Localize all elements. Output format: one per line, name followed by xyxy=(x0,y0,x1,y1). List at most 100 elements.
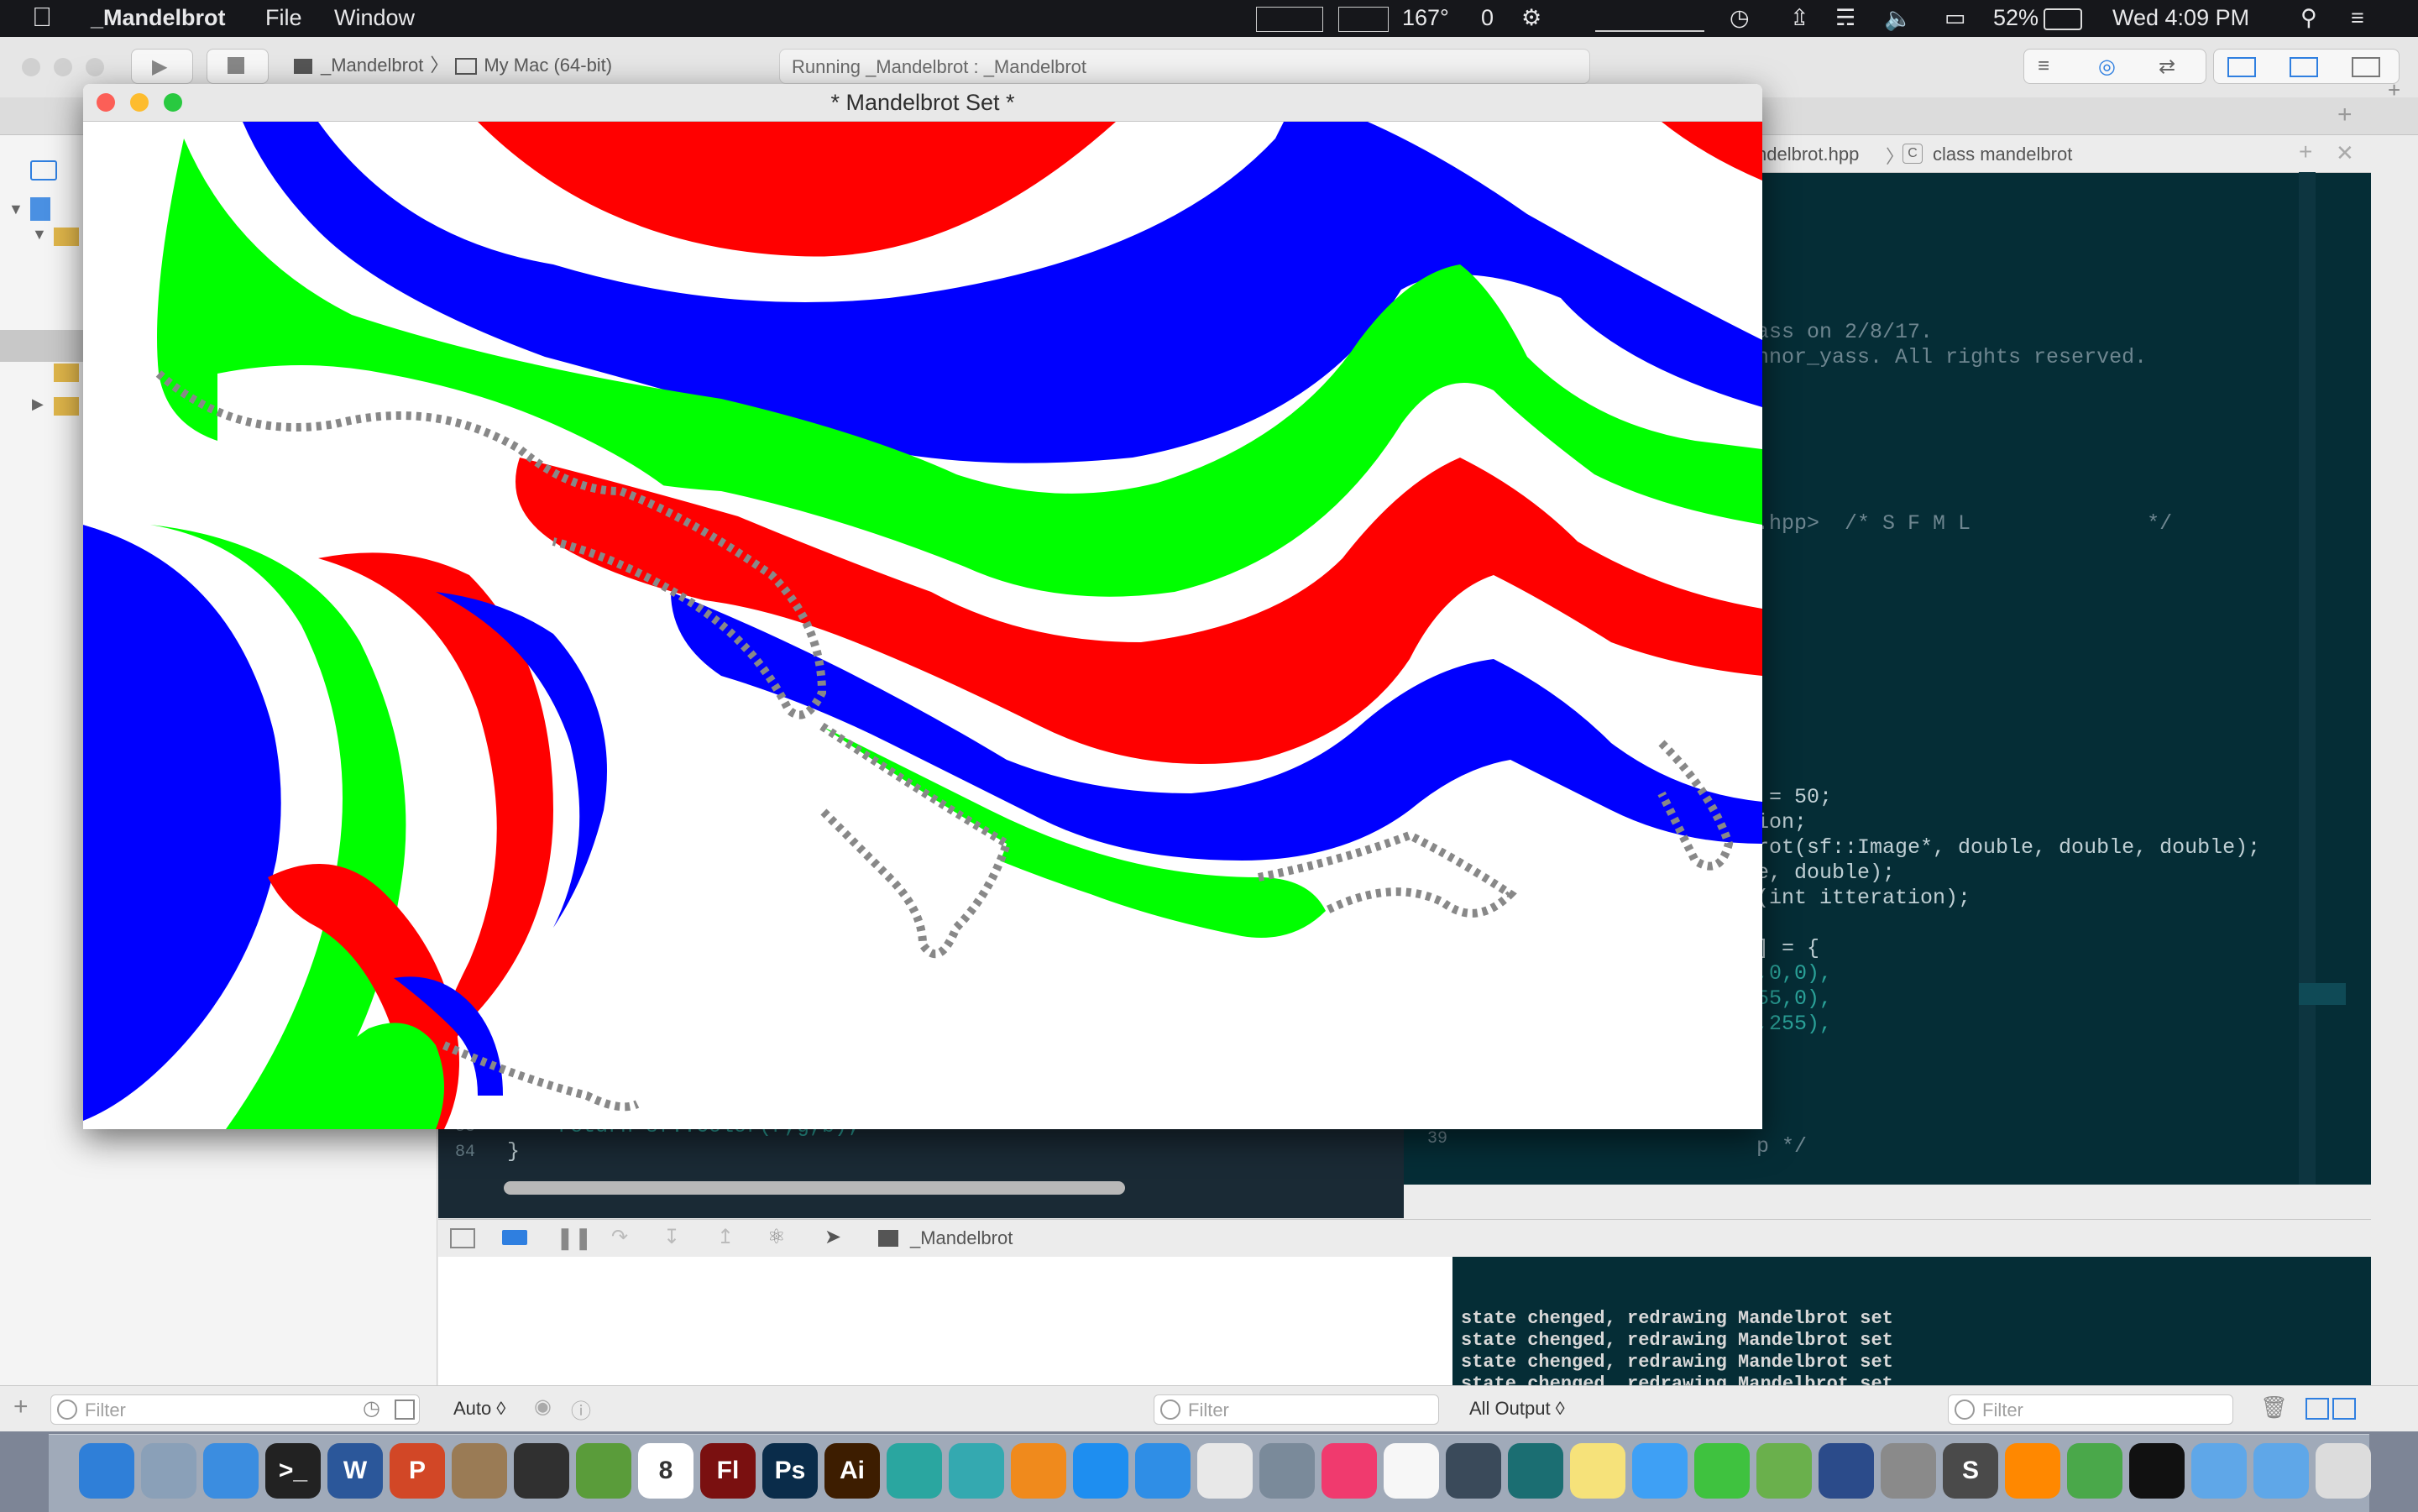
mandelbrot-canvas[interactable] xyxy=(83,122,1762,1129)
scheme-selector[interactable]: _Mandelbrot 〉 My Mac (64-bit) xyxy=(294,49,612,82)
menu-file[interactable]: File xyxy=(265,5,302,31)
app-menu[interactable]: _Mandelbrot xyxy=(91,5,226,31)
powerpoint-icon[interactable]: P xyxy=(390,1443,445,1499)
add-file-icon[interactable]: + xyxy=(13,1393,29,1421)
editor-mode-segment[interactable]: ≡ ◎ ⇄ xyxy=(2023,49,2206,84)
sourcetree-icon[interactable] xyxy=(1508,1443,1563,1499)
trash-icon[interactable] xyxy=(2316,1443,2371,1499)
navigator-toggle-icon[interactable] xyxy=(2227,57,2256,77)
preview-icon[interactable] xyxy=(141,1443,196,1499)
step-over-icon[interactable]: ↷ xyxy=(611,1225,628,1249)
downloads-folder-icon[interactable] xyxy=(2253,1443,2309,1499)
menu-window[interactable]: Window xyxy=(334,5,415,31)
activity-graph-icon[interactable] xyxy=(1256,7,1323,32)
add-editor-icon[interactable]: + xyxy=(2299,139,2312,165)
info-icon[interactable]: ⓘ xyxy=(571,1394,591,1424)
disclosure-triangle-icon[interactable]: ▼ xyxy=(8,201,24,218)
version-editor-icon[interactable]: ⇄ xyxy=(2159,55,2175,79)
breakpoints-toggle-icon[interactable] xyxy=(502,1230,527,1245)
memory-graph-icon[interactable] xyxy=(1338,7,1389,32)
step-out-icon[interactable]: ↥ xyxy=(717,1225,734,1249)
folder-icon[interactable] xyxy=(54,364,79,382)
finder-icon[interactable] xyxy=(79,1443,134,1499)
ibooks-icon[interactable] xyxy=(1011,1443,1066,1499)
utilities-toggle-icon[interactable] xyxy=(2352,57,2380,77)
console-filter-input[interactable]: Filter xyxy=(1948,1394,2233,1425)
photoshop-icon[interactable]: Ps xyxy=(762,1443,818,1499)
folder-icon[interactable] xyxy=(54,228,79,246)
step-in-icon[interactable]: ↧ xyxy=(663,1225,680,1249)
location-icon[interactable]: ➤ xyxy=(824,1225,841,1249)
flash-icon[interactable]: Fl xyxy=(700,1443,756,1499)
folder-nav-icon[interactable] xyxy=(30,160,57,180)
mandelbrot-title-bar[interactable]: * Mandelbrot Set * xyxy=(83,84,1762,122)
view-hierarchy-icon[interactable]: ⚛ xyxy=(767,1225,786,1249)
word-icon[interactable]: W xyxy=(327,1443,383,1499)
folder-icon[interactable] xyxy=(54,397,79,416)
jump-bar-file[interactable]: ndelbrot.hpp xyxy=(1756,144,1859,165)
photos-icon[interactable] xyxy=(1384,1443,1439,1499)
console-icon[interactable] xyxy=(2129,1443,2185,1499)
recent-files-icon[interactable]: ◷ xyxy=(363,1396,380,1420)
itunes-icon[interactable] xyxy=(1322,1443,1377,1499)
spotlight-search-icon[interactable]: ⚲ xyxy=(2300,5,2317,31)
run-button[interactable]: ▶ xyxy=(131,49,193,84)
vlc-icon[interactable] xyxy=(2005,1443,2060,1499)
facetime-icon[interactable] xyxy=(1694,1443,1750,1499)
zoom-window-button[interactable] xyxy=(164,93,182,112)
notification-center-icon[interactable]: ≡ xyxy=(2351,5,2364,31)
network-icon[interactable] xyxy=(2067,1443,2122,1499)
sublime-icon[interactable]: S xyxy=(1943,1443,1998,1499)
cpu-temp[interactable]: 167° xyxy=(1402,5,1449,31)
airplay-icon[interactable]: ▭ xyxy=(1944,5,1966,31)
bluetooth-icon[interactable]: ⇫ xyxy=(1790,5,1809,31)
mudbox-icon[interactable] xyxy=(949,1443,1004,1499)
battery-percent[interactable]: 52% xyxy=(1993,5,2039,31)
disclosure-triangle-icon[interactable]: ▼ xyxy=(32,226,47,243)
project-icon[interactable] xyxy=(30,197,50,221)
new-tab-icon[interactable]: + xyxy=(2337,101,2353,129)
illustrator-icon[interactable]: Ai xyxy=(824,1443,880,1499)
applications-folder-icon[interactable] xyxy=(2191,1443,2247,1499)
counter[interactable]: 0 xyxy=(1481,5,1494,31)
terminal-icon[interactable]: >_ xyxy=(265,1443,321,1499)
eye-icon[interactable]: ◉ xyxy=(534,1394,552,1419)
scm-filter-icon[interactable] xyxy=(395,1400,415,1420)
jump-bar-symbol[interactable]: class mandelbrot xyxy=(1933,144,2072,165)
stop-button[interactable] xyxy=(207,49,269,84)
app-icon[interactable] xyxy=(452,1443,507,1499)
wifi-icon[interactable]: ☴ xyxy=(1835,5,1855,31)
close-window-button[interactable] xyxy=(97,93,115,112)
auto-selector[interactable]: Auto ◊ xyxy=(453,1398,505,1420)
safari-icon[interactable] xyxy=(1135,1443,1191,1499)
dashboard-icon[interactable] xyxy=(1446,1443,1501,1499)
maps-icon[interactable] xyxy=(1756,1443,1812,1499)
minecraft-icon[interactable] xyxy=(576,1443,631,1499)
horizontal-scrollbar[interactable] xyxy=(504,1181,1125,1195)
split-console-left-icon[interactable] xyxy=(2305,1398,2329,1420)
calendar-icon[interactable]: 8 xyxy=(638,1443,693,1499)
chrome-icon[interactable] xyxy=(1197,1443,1253,1499)
editor-scroll-track[interactable] xyxy=(2299,172,2316,1185)
pause-icon[interactable]: ❚❚ xyxy=(556,1225,593,1251)
app-icon[interactable] xyxy=(1259,1443,1315,1499)
minimize-window-button[interactable] xyxy=(130,93,149,112)
variables-filter-input[interactable]: Filter xyxy=(1154,1394,1439,1425)
standard-editor-icon[interactable]: ≡ xyxy=(2038,55,2049,78)
battery-icon[interactable] xyxy=(2044,8,2082,30)
minimize-window-button[interactable] xyxy=(54,58,72,76)
apple-menu-icon[interactable]:  xyxy=(32,2,52,33)
messages-icon[interactable] xyxy=(1632,1443,1688,1499)
gear-icon[interactable]: ⚙ xyxy=(1521,5,1541,31)
close-editor-icon[interactable]: ✕ xyxy=(2336,140,2354,166)
appstore-icon[interactable] xyxy=(1073,1443,1128,1499)
network-graph-icon[interactable] xyxy=(1595,7,1704,32)
preferences-icon[interactable] xyxy=(1881,1443,1936,1499)
split-console-right-icon[interactable] xyxy=(2332,1398,2356,1420)
unity-icon[interactable] xyxy=(514,1443,569,1499)
xcode-icon[interactable] xyxy=(203,1443,259,1499)
time-machine-icon[interactable]: ◷ xyxy=(1730,5,1750,31)
maya-icon[interactable] xyxy=(887,1443,942,1499)
notes-icon[interactable] xyxy=(1570,1443,1625,1499)
view-toggle-segment[interactable] xyxy=(2213,49,2400,84)
